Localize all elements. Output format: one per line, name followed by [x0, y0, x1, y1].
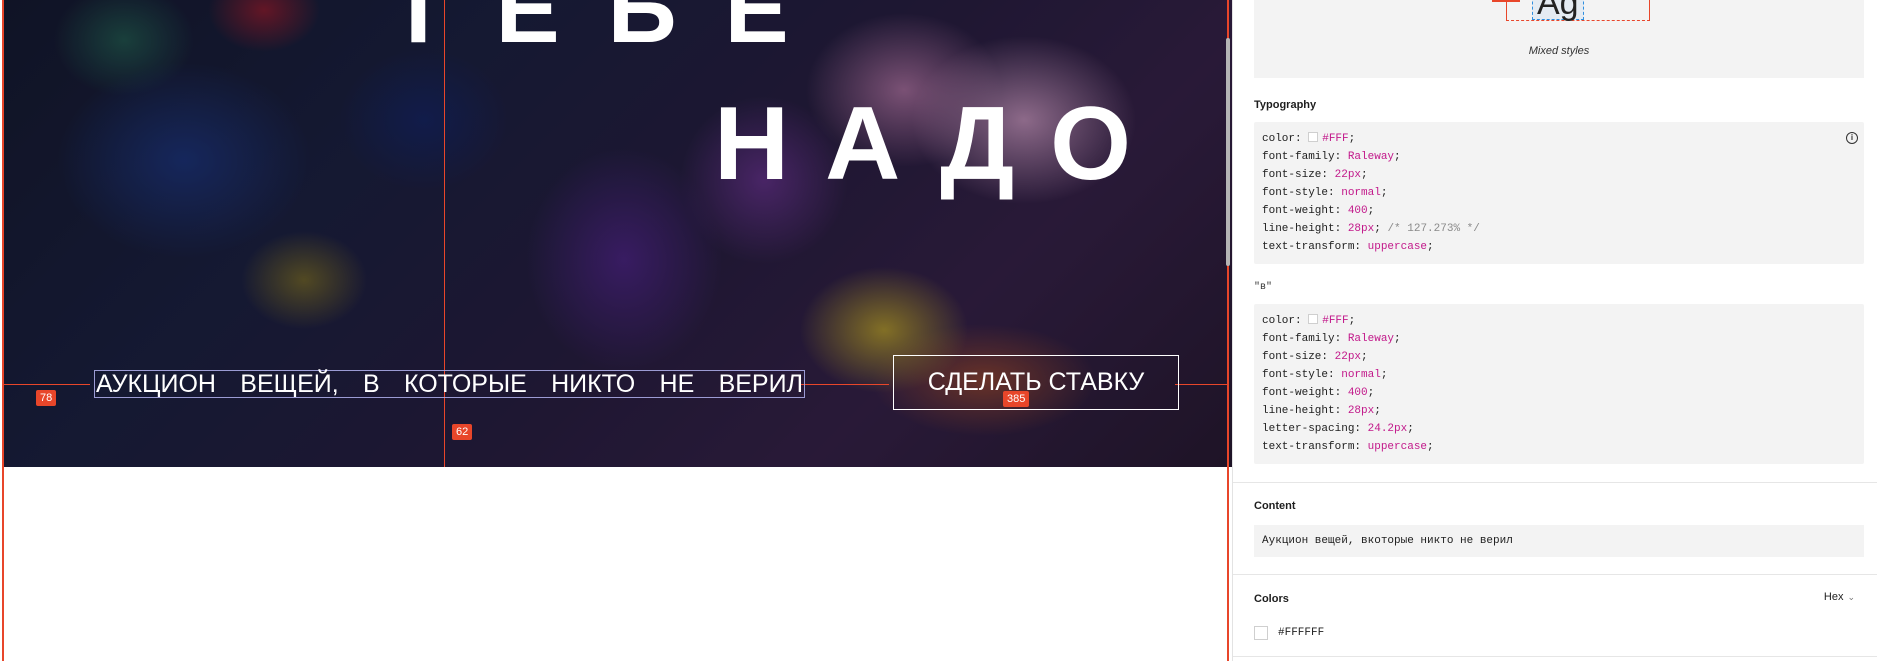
color-swatch-icon	[1308, 314, 1319, 324]
color-swatch-icon	[1308, 132, 1319, 142]
canvas-scrollbar[interactable]	[1226, 38, 1230, 266]
css-color-line: color: #FFF;	[1262, 132, 1356, 145]
content-section-title: Content	[1254, 500, 1296, 512]
typography-section-title: Typography	[1254, 99, 1317, 111]
measure-guide-horizontal	[801, 384, 889, 385]
tagline-word: в	[362, 370, 380, 398]
info-icon[interactable]: i	[1846, 132, 1858, 144]
tagline-word: верил	[718, 370, 803, 398]
place-bid-button[interactable]: Сделать ставку	[893, 355, 1179, 410]
css-font-family-line: font-family: Raleway;	[1262, 151, 1401, 163]
measure-badge-left: 78	[36, 390, 57, 406]
chevron-down-icon: ⌄	[1847, 592, 1855, 602]
color-value: #FFFFFF	[1278, 627, 1325, 639]
css-line-height-line: line-height: 28px; /* 127.273% */	[1262, 223, 1480, 235]
section-divider	[1233, 574, 1877, 575]
tagline-word: не	[659, 370, 695, 398]
css-font-style-line: font-style: normal;	[1262, 187, 1388, 199]
section-divider	[1233, 482, 1877, 483]
tagline-word: никто	[551, 370, 636, 398]
color-format-dropdown[interactable]: Hex ⌄	[1824, 591, 1855, 603]
hero-heading-line1[interactable]: ТЕБЕ	[389, 0, 837, 60]
color-swatch-icon	[1254, 626, 1268, 640]
css-font-style-line: font-style: normal;	[1262, 369, 1388, 381]
tagline-word: вещей,	[240, 370, 339, 398]
measure-guide-horizontal	[1175, 384, 1229, 385]
inspect-panel: Ag Mixed styles Typography i color: #FFF…	[1232, 0, 1877, 661]
css-text-transform-line: text-transform: uppercase;	[1262, 241, 1434, 253]
color-row[interactable]: #FFFFFF	[1254, 626, 1324, 640]
tagline-text-layer[interactable]: Аукцион вещей, в которые никто не верил	[94, 370, 805, 398]
measure-guide-horizontal	[4, 384, 90, 385]
design-canvas[interactable]: ТЕБЕ НАДО Аукцион вещей, в которые никто…	[0, 0, 1232, 661]
style-run-code-block[interactable]: color: #FFF; font-family: Raleway; font-…	[1254, 304, 1864, 464]
css-line-height-line: line-height: 28px;	[1262, 405, 1381, 417]
section-divider	[1233, 656, 1877, 657]
preview-caption: Mixed styles	[1528, 45, 1590, 57]
typography-code-block[interactable]: i color: #FFF; font-family: Raleway; fon…	[1254, 122, 1864, 264]
css-font-size-line: font-size: 22px;	[1262, 351, 1368, 363]
hero-heading-line2[interactable]: НАДО	[714, 92, 1167, 196]
typography-preview: Ag Mixed styles	[1254, 0, 1864, 78]
css-font-weight-line: font-weight: 400;	[1262, 205, 1375, 217]
css-font-weight-line: font-weight: 400;	[1262, 387, 1375, 399]
hero-frame[interactable]: ТЕБЕ НАДО Аукцион вещей, в которые никто…	[4, 0, 1232, 467]
content-text-box[interactable]: Аукцион вещей, вкоторые никто не верил	[1254, 525, 1864, 557]
css-font-size-line: font-size: 22px;	[1262, 169, 1368, 181]
measure-badge-cta: 385	[1003, 391, 1030, 407]
tagline-word: которые	[403, 370, 527, 398]
measure-badge-bottom: 62	[452, 424, 473, 440]
css-color-line: color: #FFF;	[1262, 314, 1356, 327]
css-letter-spacing-line: letter-spacing: 24.2px;	[1262, 423, 1414, 435]
css-font-family-line: font-family: Raleway;	[1262, 333, 1401, 345]
style-run-label: "в"	[1254, 282, 1273, 293]
color-format-label: Hex	[1823, 591, 1844, 603]
tagline-word: Аукцион	[96, 370, 216, 398]
css-text-transform-line: text-transform: uppercase;	[1262, 441, 1434, 453]
colors-section-title: Colors	[1254, 593, 1289, 605]
preview-glyph: Ag	[1532, 0, 1584, 20]
